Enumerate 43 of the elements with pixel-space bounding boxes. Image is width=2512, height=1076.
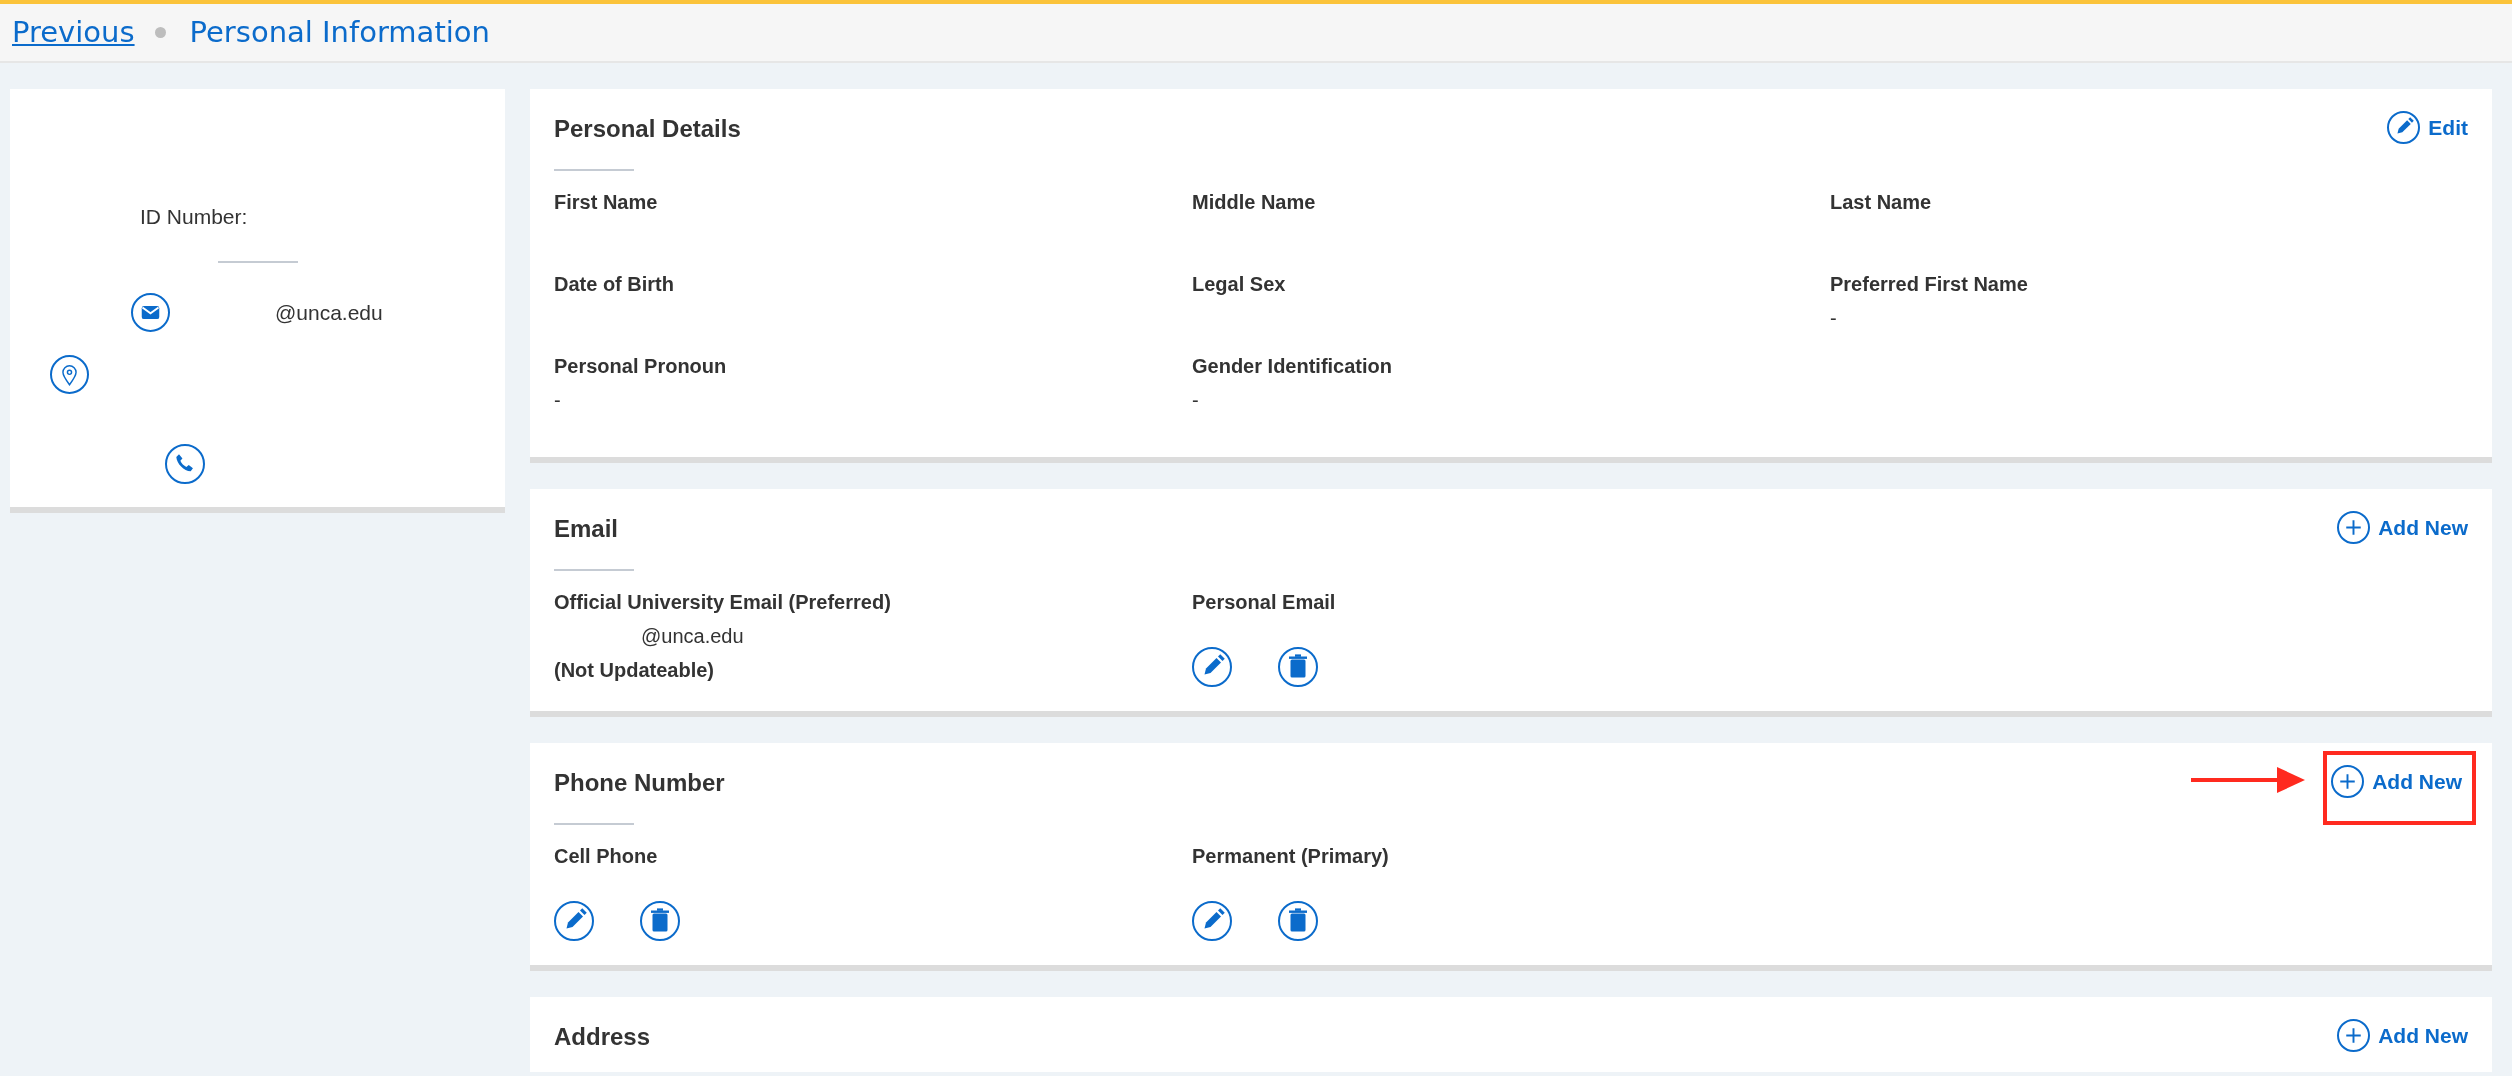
field-label: First Name	[554, 190, 659, 215]
id-number-label: ID Number:	[140, 204, 248, 230]
previous-link[interactable]: Previous	[12, 10, 135, 55]
edit-button[interactable]: Edit	[2387, 111, 2468, 144]
delete-button[interactable]	[1278, 901, 1318, 941]
profile-email: @unca.edu	[275, 300, 383, 326]
section-title: Personal Details	[554, 114, 741, 144]
field-label: Personal Email	[1192, 590, 1337, 615]
field-value: -	[1192, 388, 1200, 413]
email-icon	[131, 293, 170, 332]
field-label: Legal Sex	[1192, 272, 1287, 297]
field-value: -	[554, 388, 562, 413]
field-label: Official University Email (Preferred)	[554, 590, 892, 615]
delete-button[interactable]	[1278, 647, 1318, 687]
section-title: Phone Number	[554, 768, 725, 798]
field-label: Middle Name	[1192, 190, 1317, 215]
add-new-button[interactable]: Add New	[2337, 511, 2468, 544]
edit-button[interactable]	[1192, 901, 1232, 941]
breadcrumb-separator-icon	[154, 27, 166, 38]
field-value: -	[1830, 306, 1838, 331]
field-label: Date of Birth	[554, 272, 675, 297]
edit-button[interactable]	[554, 901, 594, 941]
add-new-button[interactable]: Add New	[2331, 765, 2462, 798]
field-label: Gender Identification	[1192, 354, 1394, 379]
field-label: Cell Phone	[554, 844, 659, 869]
section-title: Address	[554, 1022, 651, 1052]
field-label: Last Name	[1830, 190, 1933, 215]
field-value: @unca.edu	[641, 624, 745, 649]
plus-icon	[2337, 511, 2371, 544]
plus-icon	[2337, 1019, 2371, 1052]
page-title: Personal Information	[189, 13, 490, 51]
location-pin-icon	[50, 355, 89, 394]
field-label: Permanent (Primary)	[1192, 844, 1390, 869]
pencil-icon	[2387, 111, 2421, 144]
field-label: Preferred First Name	[1830, 272, 2029, 297]
delete-button[interactable]	[640, 901, 680, 941]
plus-icon	[2331, 765, 2365, 798]
phone-icon	[165, 444, 205, 484]
add-new-button[interactable]: Add New	[2337, 1019, 2468, 1052]
field-note: (Not Updateable)	[554, 658, 715, 683]
edit-button[interactable]	[1192, 647, 1232, 687]
section-title: Email	[554, 514, 619, 544]
field-label: Personal Pronoun	[554, 354, 728, 379]
